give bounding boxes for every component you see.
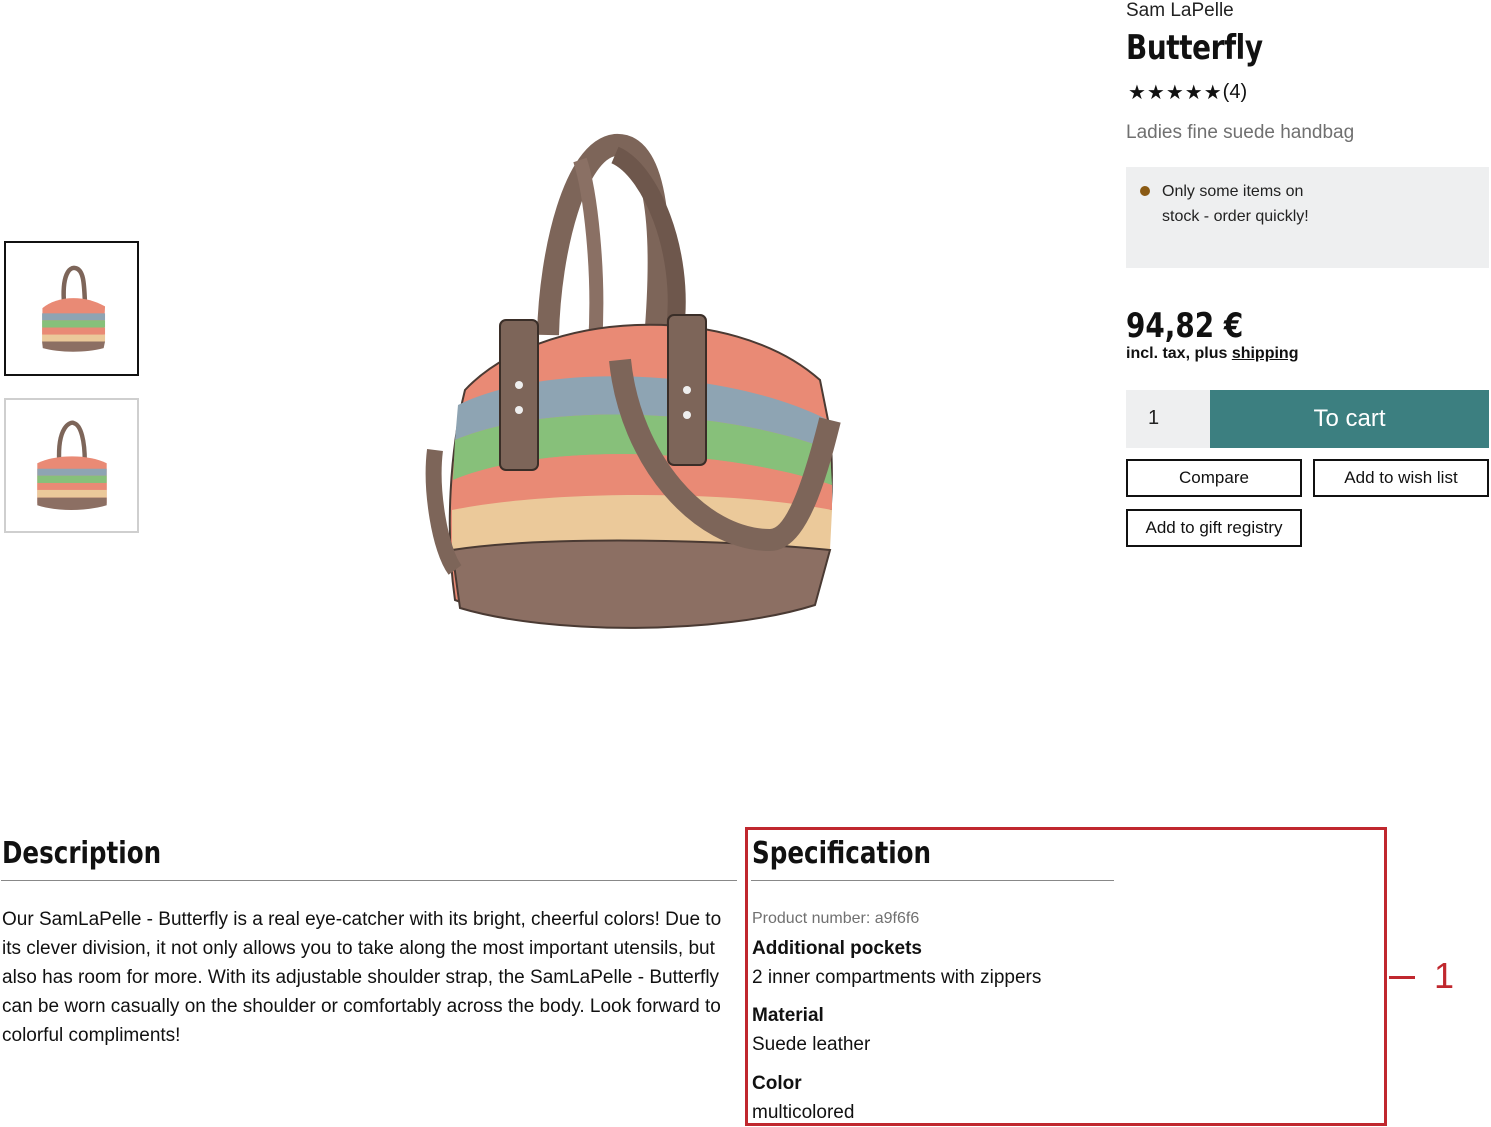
handbag-thumbnail-icon [36, 420, 107, 510]
product-title: Butterfly [1126, 28, 1263, 68]
compare-button[interactable]: Compare [1126, 459, 1302, 497]
quantity-field[interactable]: 1 [1126, 390, 1210, 448]
annotation-callout-line [1389, 976, 1415, 979]
handbag-thumbnail-icon [41, 265, 105, 352]
brand-name: Sam LaPelle [1126, 0, 1234, 21]
add-to-cart-button[interactable]: To cart [1210, 390, 1489, 448]
product-rating[interactable]: ★★★★★ (4) [1128, 80, 1247, 105]
description-heading: Description [2, 836, 162, 871]
add-to-gift-registry-button[interactable]: Add to gift registry [1126, 509, 1302, 547]
shipping-link[interactable]: shipping [1232, 345, 1299, 362]
tax-note: incl. tax, plus shipping [1126, 345, 1298, 363]
add-to-wishlist-button[interactable]: Add to wish list [1313, 459, 1489, 497]
stock-notice: Only some items on stock - order quickly… [1126, 167, 1489, 268]
thumbnail-front[interactable] [4, 241, 139, 376]
product-price: 94,82 € [1126, 306, 1244, 346]
annotation-highlight-box [745, 827, 1387, 1126]
star-rating-icon: ★★★★★ [1128, 82, 1223, 104]
stock-message: Only some items on stock - order quickly… [1162, 183, 1309, 225]
tax-text: incl. tax, plus [1126, 345, 1232, 362]
review-count: (4) [1222, 81, 1248, 103]
product-main-image [425, 134, 841, 629]
description-text: Our SamLaPelle - Butterfly is a real eye… [2, 909, 722, 1046]
stock-status-dot-icon [1140, 186, 1150, 196]
product-subtitle: Ladies fine suede handbag [1126, 122, 1355, 143]
thumbnail-side[interactable] [4, 398, 139, 533]
description-divider [1, 880, 737, 881]
annotation-number: 1 [1434, 955, 1455, 996]
